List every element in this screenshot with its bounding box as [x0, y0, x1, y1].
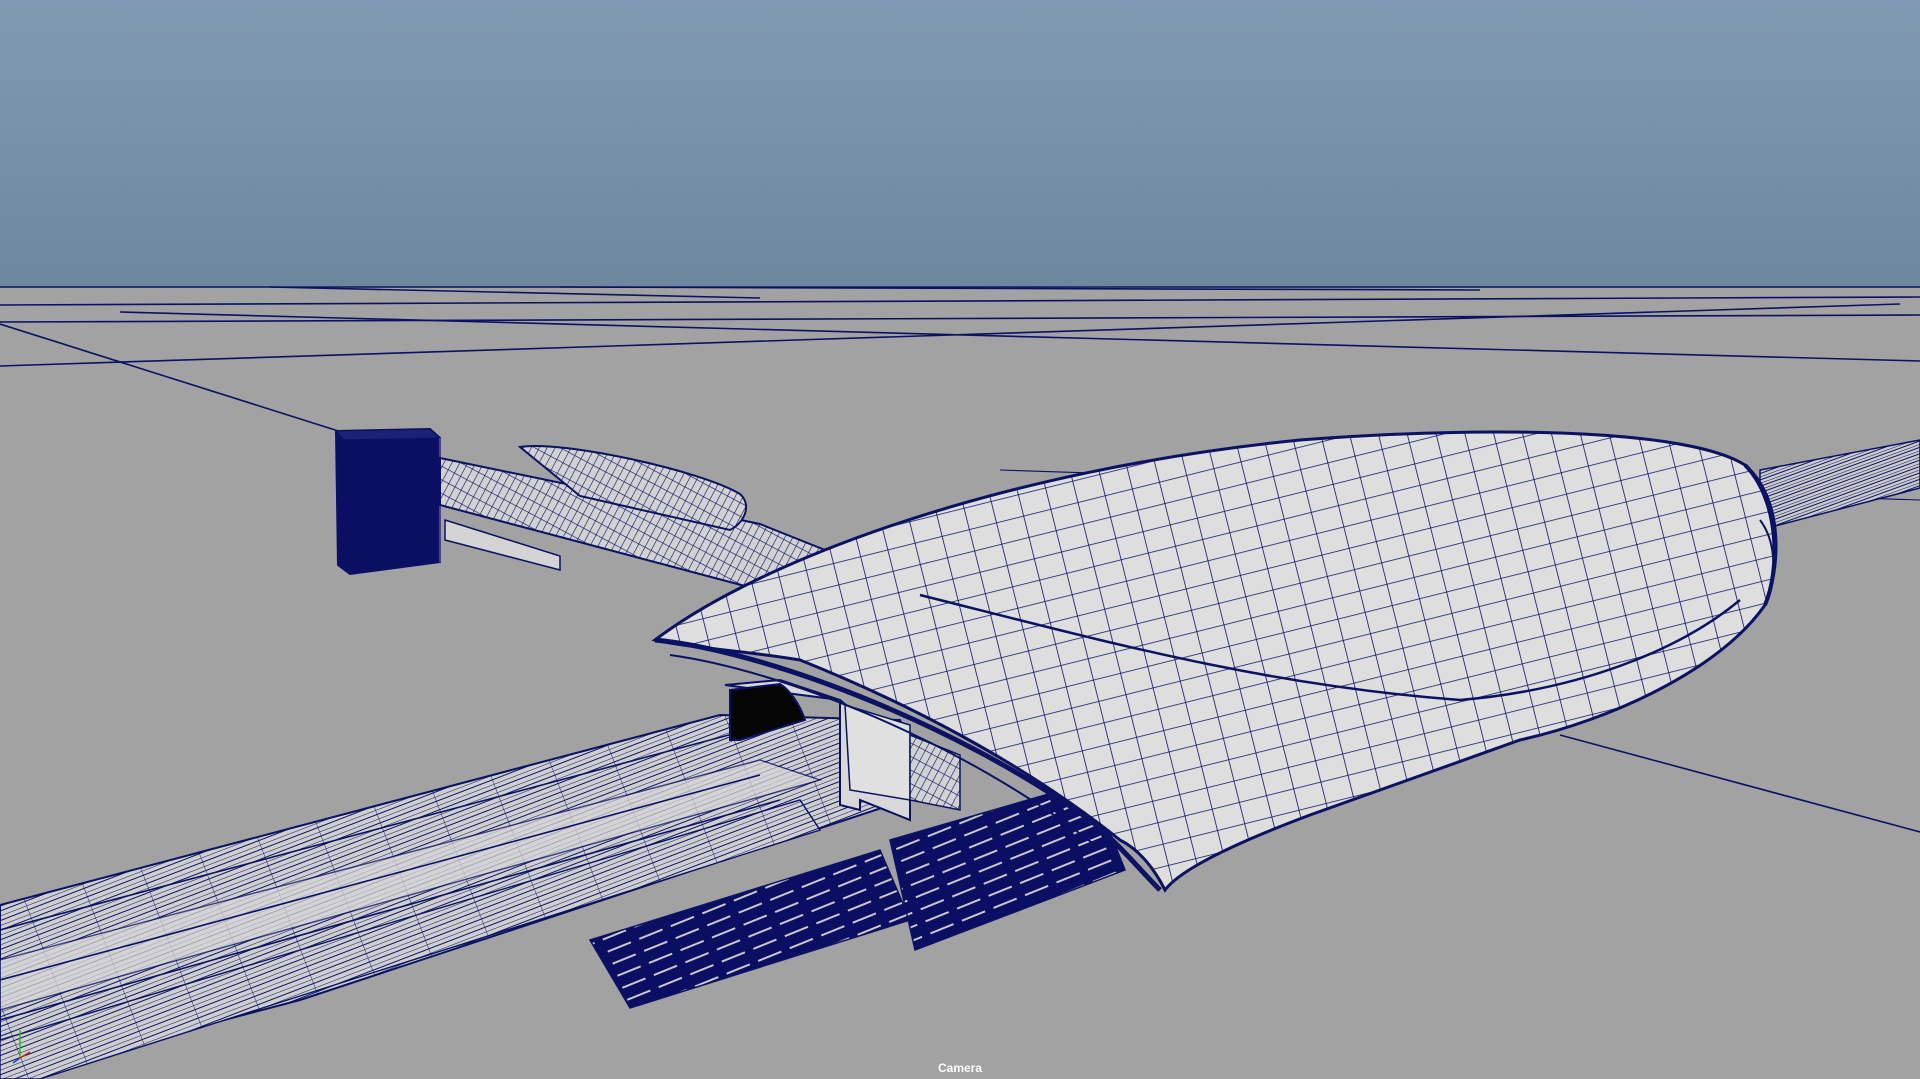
tower-block — [334, 427, 442, 576]
sky — [0, 0, 1920, 286]
maya-viewport[interactable]: Camera — [0, 0, 1920, 1079]
camera-label: Camera — [937, 1061, 983, 1075]
wireframe-scene[interactable] — [0, 0, 1920, 1079]
